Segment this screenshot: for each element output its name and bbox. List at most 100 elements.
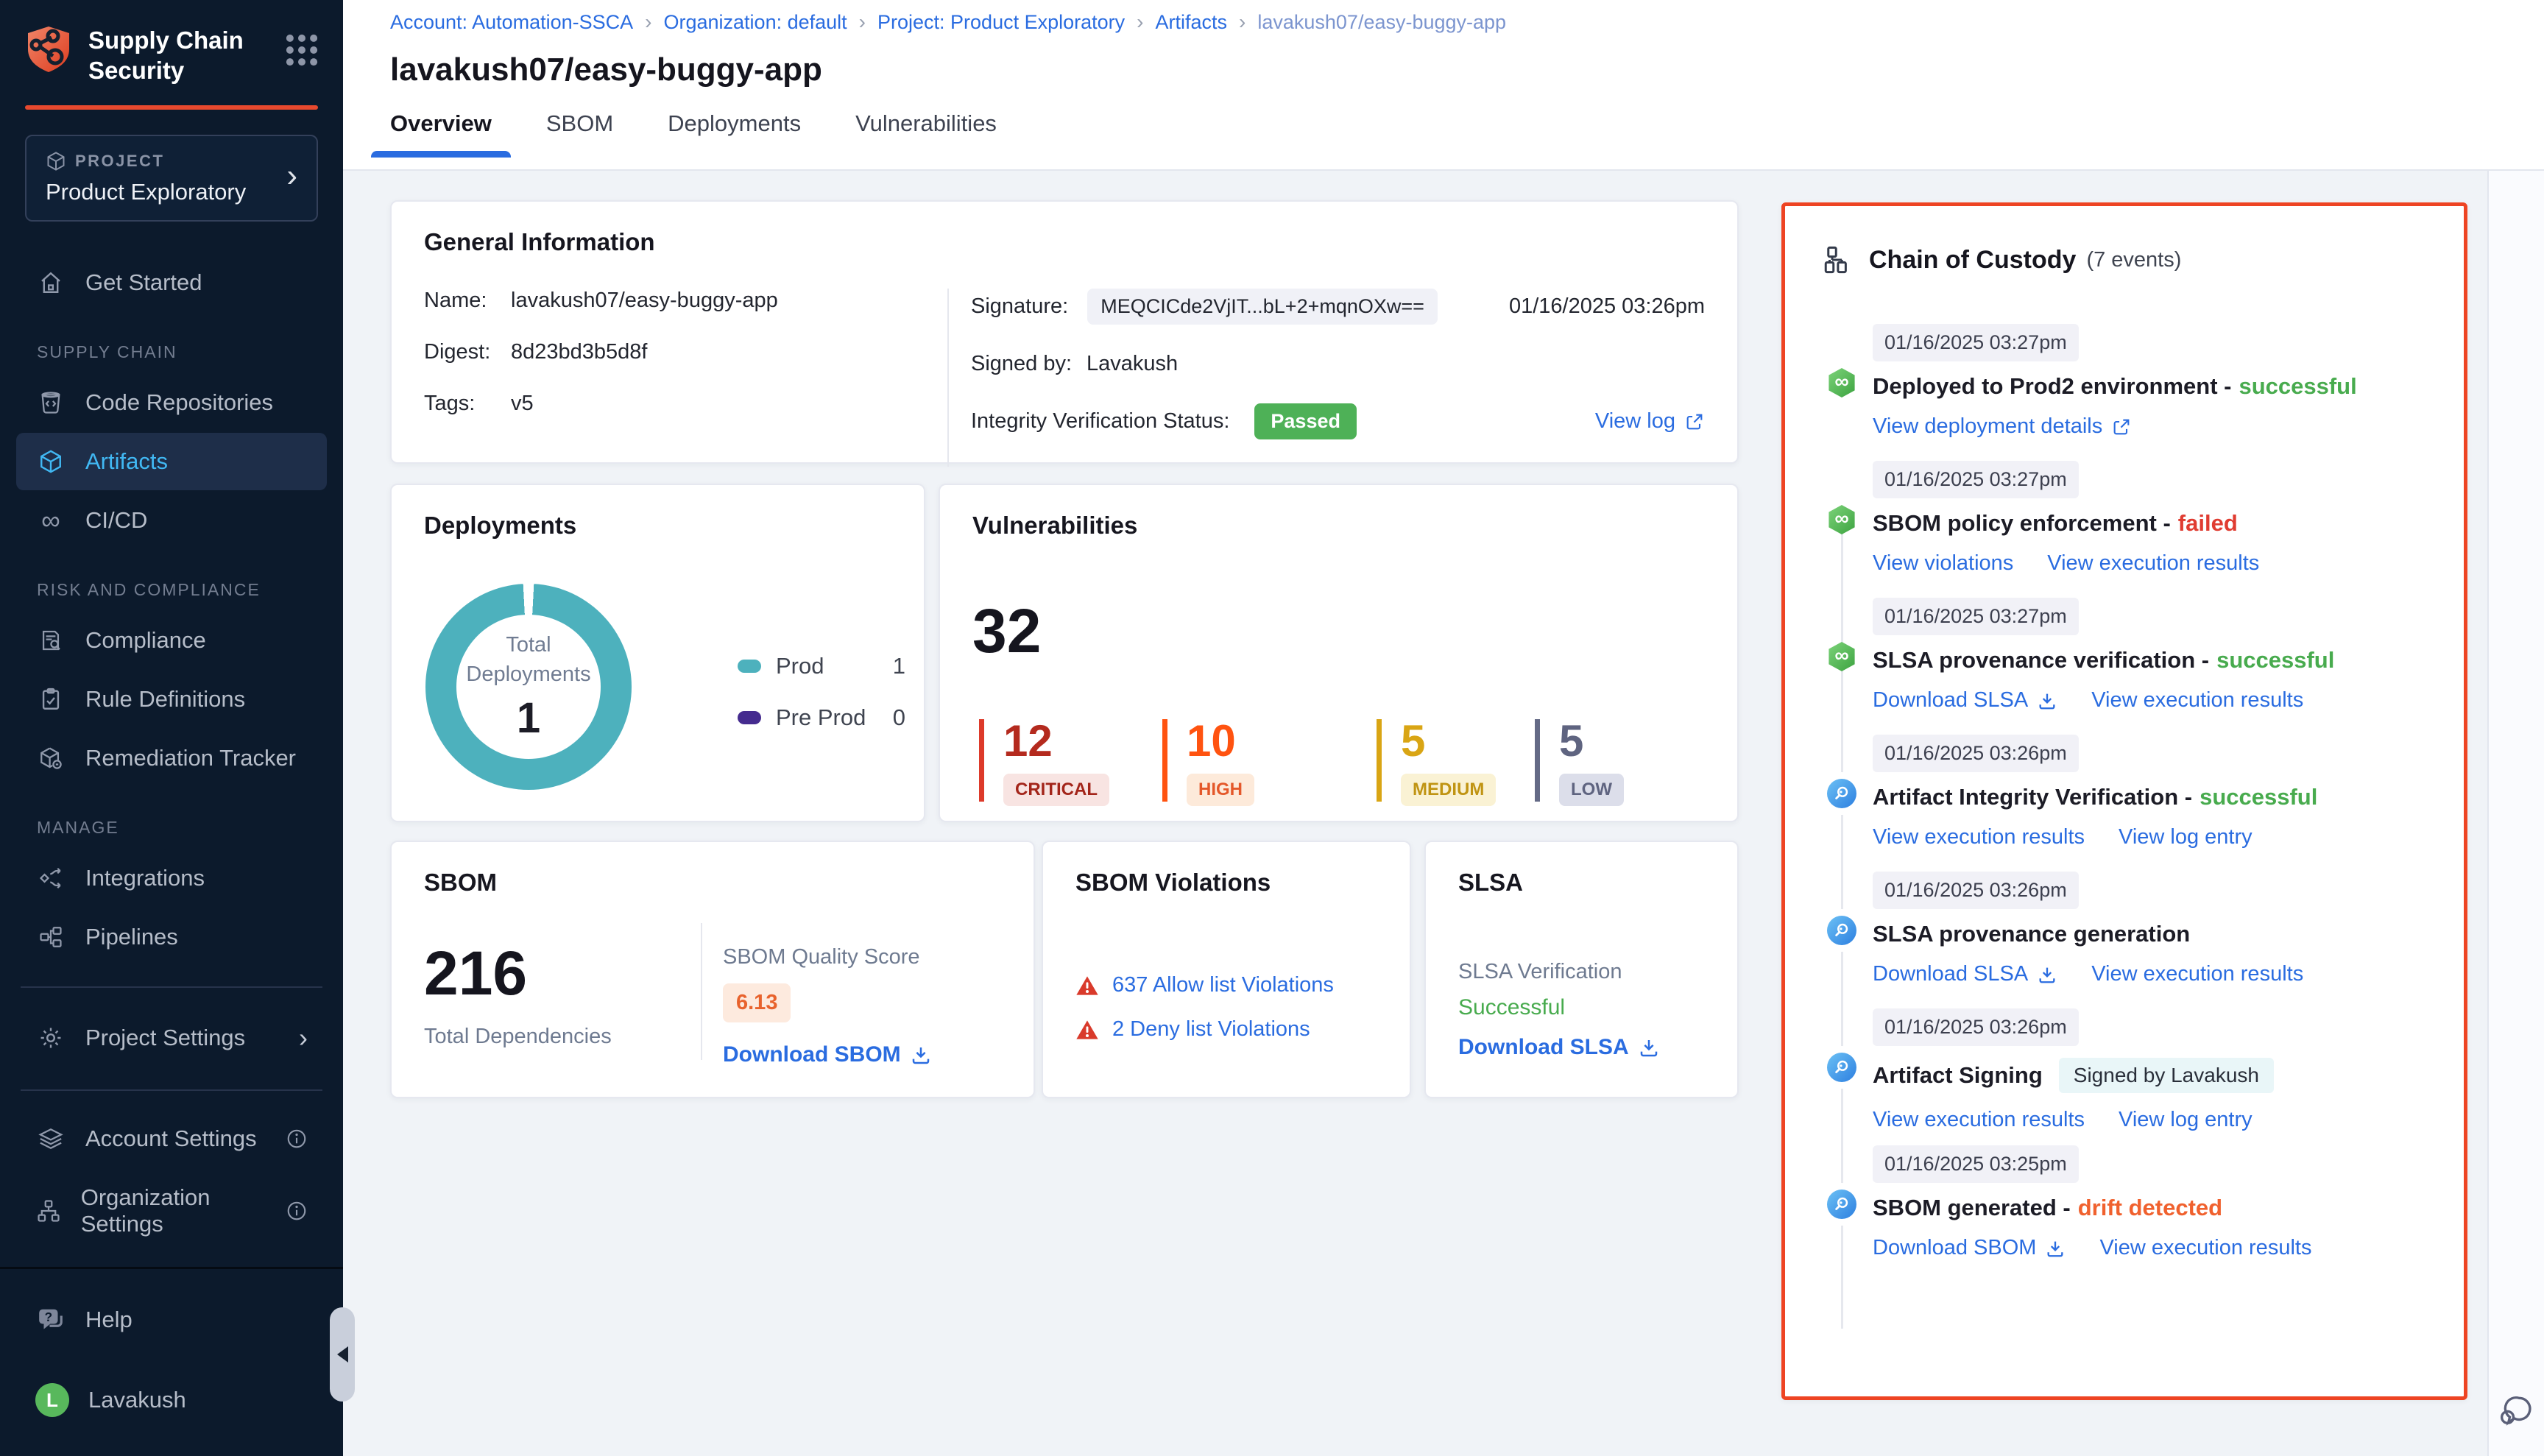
sidebar-item-integrations[interactable]: Integrations [16,849,327,907]
download-icon [1638,1036,1660,1059]
download-slsa-link[interactable]: Download SLSA [1873,962,2057,986]
app-switcher-grid-icon[interactable] [286,34,318,66]
sidebar-item-artifacts[interactable]: Artifacts [16,433,327,490]
signed-by-value: Lavakush [1086,352,1178,376]
sidebar-item-rule-definitions[interactable]: Rule Definitions [16,671,327,728]
view-execution-results-link[interactable]: View execution results [1873,1108,2085,1132]
sidebar-item-pipelines[interactable]: Pipelines [16,908,327,966]
integrations-icon [35,866,66,891]
download-slsa-link[interactable]: Download SLSA [1873,688,2057,713]
sidebar-item-label: Project Settings [85,1025,245,1051]
project-selector[interactable]: PROJECT Product Exploratory › [25,135,318,222]
sidebar-item-cicd[interactable]: ∞ CI/CD [16,492,327,549]
remediation-cube-icon [35,746,66,771]
sbom-total-label: Total Dependencies [424,1025,612,1049]
view-deployment-details-link[interactable]: View deployment details [1873,414,2132,439]
event-title: Artifact Signing [1873,1062,2043,1089]
breadcrumb-project[interactable]: Project: Product Exploratory [877,11,1125,34]
chain-of-custody-panel: Chain of Custody (7 events) ∞ 01/16/2025… [1781,202,2467,1400]
external-link-icon [2111,417,2132,437]
download-sbom-link[interactable]: Download SBOM [1873,1236,2066,1260]
sidebar-nav: Get Started SUPPLY CHAIN Code Repositori… [0,254,343,1268]
event-timestamp: 01/16/2025 03:26pm [1873,872,2079,909]
preprod-swatch-icon [738,711,761,724]
sidebar-item-help[interactable]: ? Help [16,1291,327,1349]
sidebar-collapse-handle[interactable] [330,1307,355,1402]
signed-by-badge: Signed by Lavakush [2059,1058,2274,1093]
sidebar-user[interactable]: L Lavakush [16,1368,327,1432]
event-title: SLSA provenance generation [1873,921,2190,947]
tab-deployments[interactable]: Deployments [649,110,820,156]
chain-of-custody-icon [1822,244,1853,275]
event-timestamp: 01/16/2025 03:27pm [1873,461,2079,498]
signed-by-label: Signed by: [971,352,1072,376]
view-execution-results-link[interactable]: View execution results [2099,1236,2311,1260]
tab-overview[interactable]: Overview [371,110,511,156]
tags-label: Tags: [424,392,511,416]
pipelines-icon [35,925,66,950]
app-title: Supply Chain Security [88,25,258,86]
coc-event-sbom-policy: ∞ 01/16/2025 03:27pm SBOM policy enforce… [1785,461,2464,598]
sidebar-item-label: Get Started [85,269,202,296]
main-area: Account: Automation-SSCA › Organization:… [343,0,2544,1456]
view-execution-results-link[interactable]: View execution results [2047,551,2259,576]
sidebar-item-get-started[interactable]: Get Started [16,254,327,311]
sidebar-item-remediation-tracker[interactable]: Remediation Tracker [16,729,327,787]
chain-of-custody-event-count: (7 events) [2086,248,2181,272]
sbom-quality-score-label: SBOM Quality Score [723,945,920,969]
collapse-left-arrow-icon [337,1346,348,1363]
tab-vulnerabilities[interactable]: Vulnerabilities [836,110,1016,156]
breadcrumb-artifacts[interactable]: Artifacts [1155,11,1227,34]
view-execution-results-link[interactable]: View execution results [1873,825,2085,849]
event-title: SBOM policy enforcement - [1873,510,2171,537]
sidebar-item-project-settings[interactable]: Project Settings › [16,1007,327,1069]
event-title: SBOM generated - [1873,1195,2071,1221]
info-icon [286,1128,308,1150]
sidebar-item-compliance[interactable]: Compliance [16,612,327,669]
download-slsa-link[interactable]: Download SLSA [1458,1035,1660,1060]
view-execution-results-link[interactable]: View execution results [2091,688,2303,713]
chevron-separator-icon: › [1137,10,1143,34]
scan-magnifier-icon [1827,1190,1856,1219]
severity-count: 12 [1003,719,1109,763]
document-search-icon [35,628,66,653]
sidebar-item-label: Artifacts [85,448,168,475]
brand-divider [25,105,318,110]
card-title: SBOM Violations [1075,869,1377,897]
general-information-card: General Information Name: lavakush07/eas… [390,200,1739,464]
support-chat-icon[interactable] [2497,1393,2534,1430]
tab-sbom[interactable]: SBOM [527,110,632,156]
right-rail [2487,171,2544,1456]
event-title: Artifact Integrity Verification - [1873,784,2192,810]
severity-count: 5 [1559,719,1624,763]
download-icon [910,1044,932,1066]
deny-list-violations-row: 2 Deny list Violations [1075,1017,1310,1042]
view-log-entry-link[interactable]: View log entry [2119,825,2252,849]
card-title: Vulnerabilities [972,512,1705,540]
breadcrumb-organization[interactable]: Organization: default [664,11,847,34]
project-info: PROJECT Product Exploratory [46,151,286,205]
download-sbom-link[interactable]: Download SBOM [723,1042,932,1067]
severity-badge: HIGH [1187,774,1254,806]
content-area: General Information Name: lavakush07/eas… [343,171,2544,1456]
view-execution-results-link[interactable]: View execution results [2091,962,2303,986]
card-title: Deployments [424,512,891,540]
sidebar-item-account-settings[interactable]: Account Settings [16,1110,327,1167]
sidebar-item-code-repositories[interactable]: Code Repositories [16,374,327,431]
allow-list-violations-link[interactable]: 637 Allow list Violations [1112,973,1334,997]
card-title: General Information [424,228,1705,256]
event-timestamp: 01/16/2025 03:27pm [1873,598,2079,635]
project-cube-icon [46,151,66,172]
view-log-entry-link[interactable]: View log entry [2119,1108,2252,1132]
view-violations-link[interactable]: View violations [1873,551,2013,576]
view-log-link[interactable]: View log [1595,409,1705,434]
deny-list-violations-link[interactable]: 2 Deny list Violations [1112,1017,1310,1042]
nav-section-supply-chain: SUPPLY CHAIN [37,342,327,362]
coc-event-slsa-generation: 01/16/2025 03:26pm SLSA provenance gener… [1785,872,2464,1008]
breadcrumb-account[interactable]: Account: Automation-SSCA [390,11,633,34]
signature-timestamp: 01/16/2025 03:26pm [1509,294,1705,319]
sidebar-item-organization-settings[interactable]: Organization Settings [16,1169,327,1253]
vertical-divider [701,923,702,1060]
supply-chain-security-logo-icon [25,25,72,74]
chain-of-custody-header: Chain of Custody (7 events) [1785,206,2464,275]
